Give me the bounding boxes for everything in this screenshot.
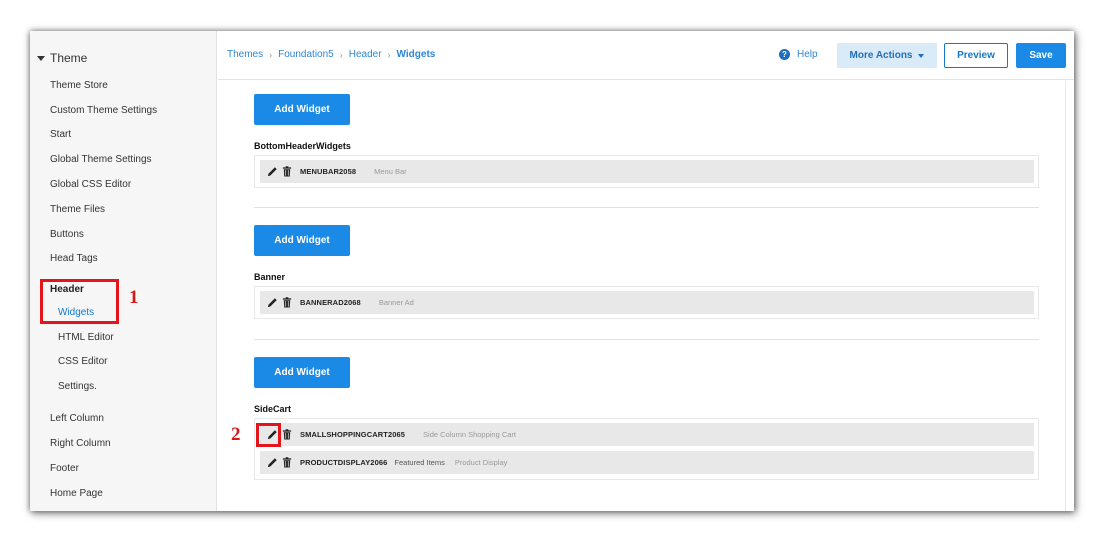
add-widget-button[interactable]: Add Widget bbox=[254, 357, 350, 388]
breadcrumb-themes[interactable]: Themes bbox=[227, 49, 263, 60]
breadcrumb-separator: › bbox=[387, 49, 391, 60]
widget-row: SMALLSHOPPINGCART2065 Side Column Shoppi… bbox=[260, 423, 1034, 446]
trash-icon[interactable] bbox=[280, 165, 294, 179]
sidebar-item-global-theme-settings[interactable]: Global Theme Settings bbox=[50, 154, 152, 165]
more-actions-label: More Actions bbox=[849, 50, 913, 61]
widget-description: Menu Bar bbox=[374, 167, 407, 176]
widget-row: MENUBAR2058 Menu Bar bbox=[260, 160, 1034, 183]
sidebar-item-home-page[interactable]: Home Page bbox=[50, 488, 103, 499]
section-divider bbox=[254, 207, 1039, 208]
breadcrumb-separator: › bbox=[339, 49, 343, 60]
sidebar-item-global-css-editor[interactable]: Global CSS Editor bbox=[50, 179, 131, 190]
caret-down-icon bbox=[918, 53, 925, 58]
section-divider bbox=[254, 339, 1039, 340]
help-link[interactable]: ? Help bbox=[779, 49, 818, 60]
breadcrumb-foundation5[interactable]: Foundation5 bbox=[278, 49, 334, 60]
trash-icon[interactable] bbox=[280, 428, 294, 442]
widget-featured-label: Featured Items bbox=[394, 458, 445, 467]
widget-list: BANNERAD2068 Banner Ad bbox=[254, 286, 1039, 319]
breadcrumb-widgets: Widgets bbox=[396, 49, 436, 60]
app-window: Theme Theme Store Custom Theme Settings … bbox=[30, 31, 1074, 511]
sidebar-item-css-editor[interactable]: CSS Editor bbox=[58, 356, 107, 367]
add-widget-button[interactable]: Add Widget bbox=[254, 225, 350, 256]
annotation-number-2: 2 bbox=[231, 424, 241, 445]
widget-code: PRODUCTDISPLAY2066 bbox=[300, 458, 388, 467]
add-widget-button[interactable]: Add Widget bbox=[254, 94, 350, 125]
sidebar-item-buttons[interactable]: Buttons bbox=[50, 229, 84, 240]
widget-description: Product Display bbox=[454, 458, 508, 467]
widget-code: BANNERAD2068 bbox=[300, 298, 361, 307]
trash-icon[interactable] bbox=[280, 456, 294, 470]
breadcrumb-header[interactable]: Header bbox=[349, 49, 382, 60]
trash-icon[interactable] bbox=[280, 296, 294, 310]
pencil-icon[interactable] bbox=[265, 456, 279, 470]
widget-row: BANNERAD2068 Banner Ad bbox=[260, 291, 1034, 314]
widget-description: Banner Ad bbox=[378, 298, 414, 307]
caret-down-icon bbox=[37, 55, 45, 61]
widget-row: PRODUCTDISPLAY2066 Featured Items Produc… bbox=[260, 451, 1034, 474]
breadcrumb-separator: › bbox=[269, 49, 273, 60]
sidebar-item-right-column[interactable]: Right Column bbox=[50, 438, 111, 449]
sidebar-title: Theme bbox=[50, 51, 88, 65]
main-content: Add Widget BottomHeaderWidgets MENUBAR20… bbox=[226, 81, 1066, 511]
help-label: Help bbox=[797, 49, 818, 60]
pencil-icon[interactable] bbox=[265, 165, 279, 179]
more-actions-button[interactable]: More Actions bbox=[837, 43, 937, 68]
save-button[interactable]: Save bbox=[1016, 43, 1066, 68]
annotation-number-1: 1 bbox=[129, 287, 139, 308]
sidebar-item-footer[interactable]: Footer bbox=[50, 463, 79, 474]
section-title: SideCart bbox=[254, 404, 292, 414]
sidebar-item-head-tags[interactable]: Head Tags bbox=[50, 253, 98, 264]
sidebar: Theme Theme Store Custom Theme Settings … bbox=[30, 31, 217, 511]
widget-description: Side Column Shopping Cart bbox=[423, 430, 517, 439]
help-icon: ? bbox=[779, 49, 790, 60]
sidebar-item-theme-files[interactable]: Theme Files bbox=[50, 204, 105, 215]
sidebar-item-theme-store[interactable]: Theme Store bbox=[50, 80, 108, 91]
preview-button[interactable]: Preview bbox=[944, 43, 1008, 68]
sidebar-item-widgets[interactable]: Widgets bbox=[58, 307, 94, 318]
sidebar-item-html-editor[interactable]: HTML Editor bbox=[58, 332, 114, 343]
widget-code: SMALLSHOPPINGCART2065 bbox=[300, 430, 406, 439]
widget-list: MENUBAR2058 Menu Bar bbox=[254, 155, 1039, 188]
sidebar-item-start[interactable]: Start bbox=[50, 129, 71, 140]
sidebar-item-left-column[interactable]: Left Column bbox=[50, 413, 104, 424]
pencil-icon[interactable] bbox=[265, 296, 279, 310]
widget-list: SMALLSHOPPINGCART2065 Side Column Shoppi… bbox=[254, 418, 1039, 480]
pencil-icon[interactable] bbox=[265, 428, 279, 442]
widget-code: MENUBAR2058 bbox=[300, 167, 357, 176]
sidebar-item-header[interactable]: Header bbox=[50, 284, 84, 295]
section-title: BottomHeaderWidgets bbox=[254, 141, 351, 151]
section-title: Banner bbox=[254, 272, 286, 282]
sidebar-item-custom-theme-settings[interactable]: Custom Theme Settings bbox=[50, 105, 157, 116]
sidebar-item-settings[interactable]: Settings. bbox=[58, 381, 97, 392]
top-bar: Themes › Foundation5 › Header › Widgets … bbox=[218, 31, 1074, 80]
sidebar-theme-toggle[interactable]: Theme bbox=[37, 51, 87, 65]
breadcrumb: Themes › Foundation5 › Header › Widgets bbox=[227, 49, 435, 60]
